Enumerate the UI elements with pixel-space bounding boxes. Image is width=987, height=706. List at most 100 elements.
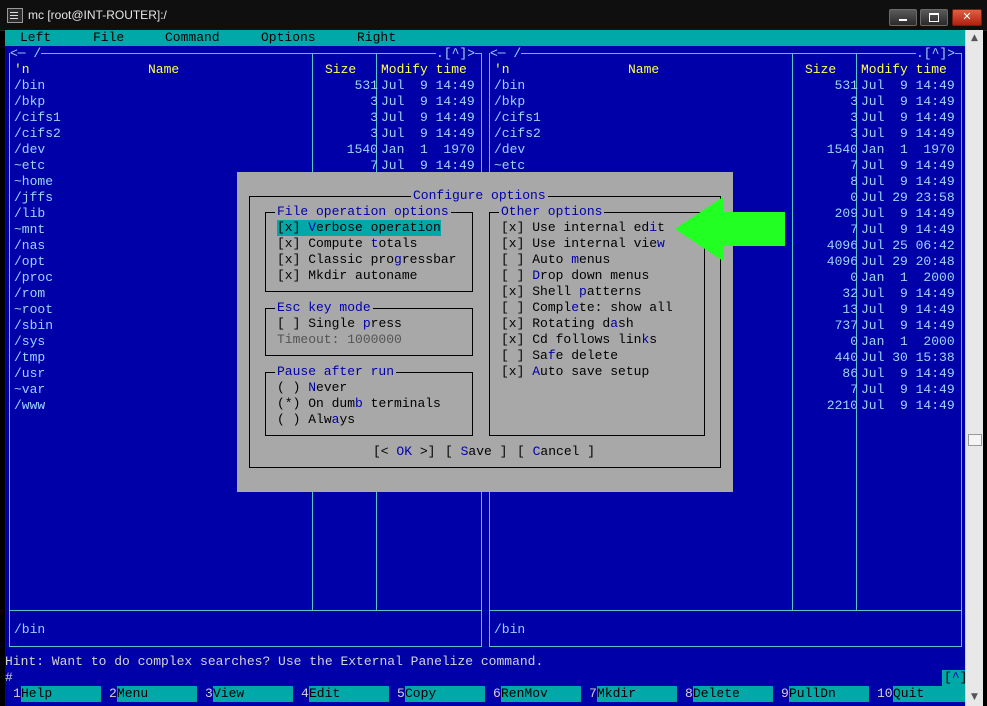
file-mtime: Jul 9 14:49 [861, 286, 955, 301]
close-button[interactable]: ✕ [952, 9, 982, 26]
left-col-n[interactable]: 'n [14, 62, 30, 78]
file-row[interactable]: /bkp 3 Jul 9 14:49 [14, 94, 478, 110]
option-checkbox[interactable]: [x] [277, 268, 300, 283]
fkey-mkdir-button[interactable]: Mkdir [597, 686, 677, 702]
dialog.pause_items-option[interactable]: (*) On dumb terminals [277, 396, 441, 412]
dialog.other_items-option[interactable]: [ ] Drop down menus [501, 268, 649, 284]
dialog.file_ops-option[interactable]: [x] Classic progressbar [277, 252, 456, 268]
option-checkbox[interactable]: [ ] [501, 252, 524, 267]
file-name: /bkp [494, 94, 526, 109]
ok-button[interactable]: [< OK >] [373, 444, 435, 460]
fkey-delete-button[interactable]: Delete [693, 686, 773, 702]
timeout-field[interactable]: Timeout: 1000000 [277, 332, 402, 348]
right-col-n[interactable]: 'n [494, 62, 510, 78]
maximize-button[interactable] [920, 9, 948, 26]
window-title: mc [root@INT-ROUTER]:/ [28, 8, 167, 22]
dialog.other_items-option[interactable]: [x] Shell patterns [501, 284, 641, 300]
option-hotkey: f [547, 348, 556, 363]
fkey-renmov-button[interactable]: RenMov [501, 686, 581, 702]
option-checkbox[interactable]: [ ] [277, 316, 300, 331]
minimize-button[interactable] [889, 9, 917, 26]
menu-options[interactable]: Options [261, 30, 316, 46]
save-button[interactable]: [ Save ] [445, 444, 507, 460]
scroll-down-icon[interactable]: ▼ [966, 689, 983, 706]
menu-right[interactable]: Right [357, 30, 396, 46]
dialog.other_items-option[interactable]: [ ] Auto menus [501, 252, 610, 268]
fkey-copy-button[interactable]: Copy [405, 686, 485, 702]
fkey-quit-button[interactable]: Quit [893, 686, 965, 702]
left-panel-path[interactable]: <─ / [10, 46, 42, 62]
fkey-view-button[interactable]: View [213, 686, 293, 702]
window-scrollbar[interactable]: ▲ ▼ [965, 30, 983, 706]
window-titlebar[interactable]: mc [root@INT-ROUTER]:/ ✕ [0, 0, 987, 31]
file-row[interactable]: /dev 1540 Jan 1 1970 [14, 142, 478, 158]
right-panel-path[interactable]: <─ / [490, 46, 522, 62]
dialog.other_items-option[interactable]: [x] Use internal edit [501, 220, 665, 236]
left-panel-history-button[interactable]: .[^]> [436, 46, 476, 62]
right-col-size[interactable]: Size [805, 62, 836, 78]
fkey-edit-button[interactable]: Edit [309, 686, 389, 702]
menu-file[interactable]: File [93, 30, 124, 46]
option-checkbox[interactable]: [x] [501, 332, 524, 347]
file-row[interactable]: /dev 1540 Jan 1 1970 [494, 142, 958, 158]
right-col-modify[interactable]: Modify time [861, 62, 947, 78]
menu-command[interactable]: Command [165, 30, 220, 46]
dialog.pause_items-option[interactable]: ( ) Never [277, 380, 347, 396]
option-checkbox[interactable]: [x] [277, 236, 300, 251]
right-panel-history-button[interactable]: .[^]> [916, 46, 956, 62]
command-history-button[interactable]: [^] [942, 670, 965, 686]
option-checkbox[interactable]: [x] [501, 220, 524, 235]
file-row[interactable]: /cifs2 3 Jul 9 14:49 [14, 126, 478, 142]
left-col-size[interactable]: Size [325, 62, 356, 78]
command-prompt[interactable]: # [5, 670, 13, 686]
file-row[interactable]: /cifs1 3 Jul 9 14:49 [494, 110, 958, 126]
dialog.other_items-option[interactable]: [x] Auto save setup [501, 364, 649, 380]
file-row[interactable]: /cifs2 3 Jul 9 14:49 [494, 126, 958, 142]
right-col-name[interactable]: Name [628, 62, 659, 78]
file-row[interactable]: /bin 531 Jul 9 14:49 [494, 78, 958, 94]
menu-left[interactable]: Left [20, 30, 51, 46]
dialog.esc_items-option[interactable]: [ ] Single press [277, 316, 402, 332]
option-label-rest: ress [370, 316, 402, 331]
option-checkbox[interactable]: ( ) [277, 380, 300, 395]
fkey-pulldn-button[interactable]: PullDn [789, 686, 869, 702]
dialog.file_ops-option[interactable]: [x] Verbose operation [277, 220, 441, 236]
option-checkbox[interactable]: (*) [277, 396, 300, 411]
option-hotkey: p [579, 284, 587, 299]
option-hotkey: e [571, 300, 580, 315]
option-checkbox[interactable]: [x] [277, 220, 300, 235]
dialog.other_items-option[interactable]: [x] Cd follows links [501, 332, 657, 348]
dialog.other_items-option[interactable]: [ ] Safe delete [501, 348, 618, 364]
option-checkbox[interactable]: [ ] [501, 300, 524, 315]
dialog.file_ops-option[interactable]: [x] Compute totals [277, 236, 417, 252]
terminal[interactable]: Left File Command Options Right <─ / .[^… [5, 30, 965, 706]
dialog.other_items-option[interactable]: [x] Rotating dash [501, 316, 634, 332]
dialog.pause_items-option[interactable]: ( ) Always [277, 412, 355, 428]
file-name: ~var [14, 382, 46, 397]
cancel-button[interactable]: [ Cancel ] [517, 444, 595, 460]
option-checkbox[interactable]: [ ] [501, 348, 524, 363]
option-checkbox[interactable]: ( ) [277, 412, 300, 427]
option-checkbox[interactable]: [x] [501, 316, 524, 331]
option-label: Auto [532, 252, 572, 267]
fkey-help-button[interactable]: Help [21, 686, 101, 702]
scroll-up-icon[interactable]: ▲ [966, 30, 983, 47]
file-row[interactable]: /cifs1 3 Jul 9 14:49 [14, 110, 478, 126]
option-checkbox[interactable]: [ ] [501, 268, 524, 283]
option-checkbox[interactable]: [x] [277, 252, 300, 267]
file-name: /rom [14, 286, 46, 301]
dialog.other_items-option[interactable]: [x] Use internal view [501, 236, 665, 252]
option-label: Rotating d [532, 316, 611, 331]
dialog.other_items-option[interactable]: [ ] Complete: show all [501, 300, 673, 316]
scrollbar-thumb[interactable] [968, 434, 982, 446]
left-col-modify[interactable]: Modify time [381, 62, 467, 78]
option-checkbox[interactable]: [x] [501, 236, 524, 251]
option-checkbox[interactable]: [x] [501, 284, 524, 299]
dialog.file_ops-option[interactable]: [x] Mkdir autoname [277, 268, 417, 284]
option-label-rest: sh [618, 316, 634, 331]
left-col-name[interactable]: Name [148, 62, 179, 78]
option-checkbox[interactable]: [x] [501, 364, 524, 379]
file-row[interactable]: /bin 531 Jul 9 14:49 [14, 78, 478, 94]
fkey-menu-button[interactable]: Menu [117, 686, 197, 702]
file-row[interactable]: /bkp 3 Jul 9 14:49 [494, 94, 958, 110]
